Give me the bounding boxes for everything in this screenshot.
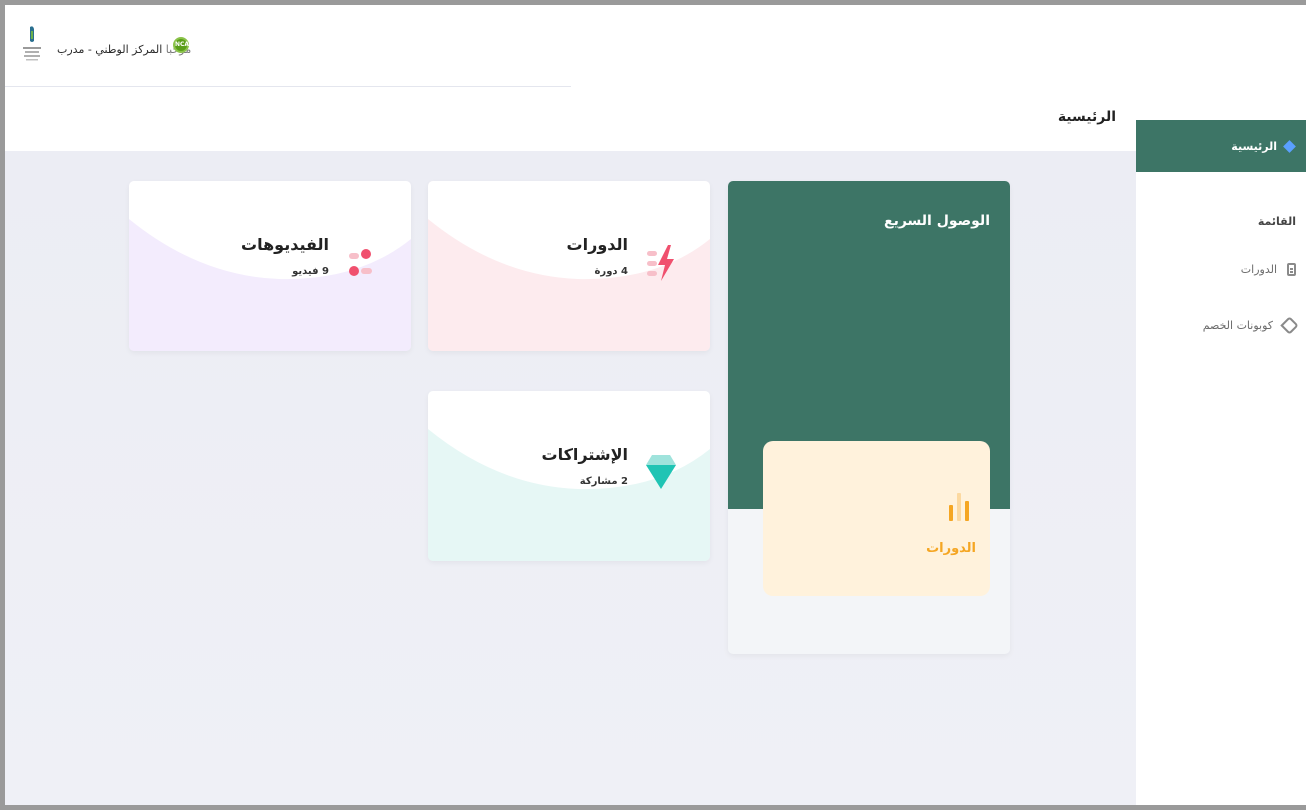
greeting-name: المركز الوطني - مدرب: [57, 43, 163, 56]
sidebar-section-label: القائمة: [1257, 215, 1296, 228]
videos-title: الفيديوهات: [241, 235, 329, 254]
videos-card-text: الفيديوهات 9 فيديو: [241, 235, 329, 277]
subscriptions-count: 2 مشاركة: [579, 476, 628, 487]
courses-count: 4 دورة: [594, 266, 628, 277]
quick-access-tile-label: الدورات: [926, 541, 976, 556]
sidebar-item-label: الدورات: [1240, 263, 1277, 276]
avatar[interactable]: NCA: [173, 37, 189, 53]
sidebar: الرئيسية القائمة الدورات كوبونات الخصم: [1136, 5, 1306, 805]
app-window: مرحبا المركز الوطني - مدرب NCA الرئيسية …: [5, 5, 1306, 805]
page-title: الرئيسية: [1057, 109, 1116, 125]
sidebar-item-home[interactable]: الرئيسية: [1136, 120, 1306, 172]
lightning-icon: [647, 245, 674, 281]
videos-card[interactable]: الفيديوهات 9 فيديو: [129, 181, 411, 351]
document-icon: [1287, 263, 1296, 276]
video-icon: [349, 249, 372, 276]
logo-icon: [23, 26, 41, 61]
videos-count: 9 فيديو: [292, 266, 329, 277]
home-icon: [1283, 139, 1296, 153]
sidebar-item-label: كوبونات الخصم: [1202, 319, 1273, 332]
subscriptions-card-text: الإشتراكات 2 مشاركة: [542, 445, 629, 487]
quick-access-panel: الوصول السريع الدورات: [728, 181, 1010, 654]
sidebar-item-home-label: الرئيسية: [1231, 139, 1277, 153]
subscriptions-card[interactable]: الإشتراكات 2 مشاركة: [428, 391, 710, 561]
subscriptions-title: الإشتراكات: [541, 445, 629, 464]
divider: [5, 86, 571, 87]
tag-icon: [1280, 316, 1299, 335]
courses-card-text: الدورات 4 دورة: [567, 235, 628, 277]
quick-access-title: الوصول السريع: [884, 213, 990, 229]
main-content: الفيديوهات 9 فيديو الدورات 4 دورة الإشتر…: [5, 151, 1136, 805]
top-bar: مرحبا المركز الوطني - مدرب NCA: [5, 5, 1136, 91]
courses-card[interactable]: الدورات 4 دورة: [428, 181, 710, 351]
bar-chart-icon: [949, 493, 969, 521]
greeting-text: مرحبا المركز الوطني - مدرب: [57, 43, 191, 56]
sidebar-item-coupons[interactable]: كوبونات الخصم: [1202, 316, 1299, 335]
sidebar-item-courses[interactable]: الدورات: [1241, 263, 1296, 276]
quick-access-courses-tile[interactable]: الدورات: [763, 441, 990, 596]
diamond-icon: [646, 455, 676, 489]
courses-title: الدورات: [566, 235, 628, 254]
